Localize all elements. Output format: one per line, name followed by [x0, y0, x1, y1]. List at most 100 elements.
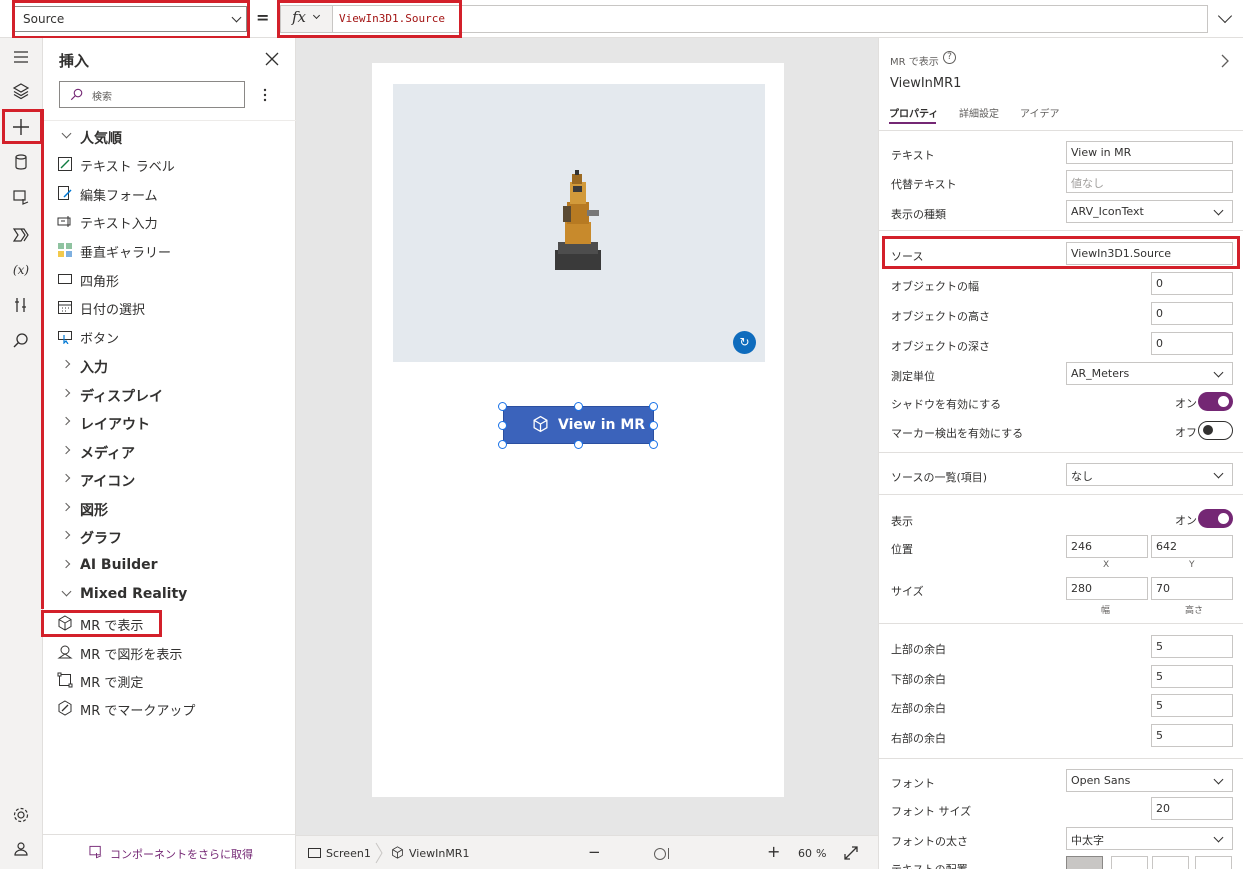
fit-to-window-icon[interactable] — [844, 846, 858, 860]
y-input[interactable]: 642 — [1151, 535, 1233, 558]
category-input[interactable]: 入力 — [43, 351, 296, 379]
formula-input[interactable]: fx ViewIn3D1.Source — [280, 5, 1208, 33]
formula-text[interactable]: ViewIn3D1.Source — [339, 12, 445, 25]
category-media[interactable]: メディア — [43, 437, 296, 465]
power-automate-icon[interactable] — [11, 225, 31, 245]
chevron-down-icon — [61, 128, 72, 139]
resize-handle[interactable] — [649, 421, 658, 430]
category-icons[interactable]: アイコン — [43, 465, 296, 493]
layers-icon[interactable] — [11, 81, 31, 101]
category-layout[interactable]: レイアウト — [43, 408, 296, 436]
object-width-input[interactable]: 0 — [1151, 272, 1233, 295]
height-input[interactable]: 70 — [1151, 577, 1233, 600]
align-center-button[interactable] — [1111, 856, 1148, 869]
zoom-out-button[interactable]: − — [588, 843, 601, 861]
align-right-button[interactable] — [1152, 856, 1189, 869]
search-placeholder: 検索 — [92, 92, 112, 103]
resize-handle[interactable] — [574, 402, 583, 411]
resize-handle[interactable] — [574, 440, 583, 449]
item-label: MR で測定 — [80, 676, 144, 691]
close-icon[interactable] — [265, 52, 279, 66]
database-icon[interactable] — [11, 152, 31, 172]
insert-item-measure-in-mr[interactable]: MR で測定 — [43, 666, 296, 694]
category-shapes[interactable]: 図形 — [43, 494, 296, 522]
category-popular[interactable]: 人気順 — [43, 122, 296, 150]
get-more-components-link[interactable]: コンポーネントをさらに取得 — [43, 834, 296, 869]
prop-font-weight: フォントの太さ 中太字 — [879, 824, 1243, 854]
insert-item-markup-in-mr[interactable]: MR でマークアップ — [43, 694, 296, 722]
category-ai-builder[interactable]: AI Builder — [43, 551, 296, 579]
visible-toggle[interactable] — [1198, 509, 1233, 528]
view-in-3d-control[interactable]: ↻ — [393, 84, 765, 362]
padding-top-input[interactable]: 5 — [1151, 635, 1233, 658]
zoom-slider-track[interactable] — [668, 848, 669, 859]
category-mixed-reality[interactable]: Mixed Reality — [43, 580, 296, 608]
date-picker-icon — [58, 301, 72, 314]
tools-icon[interactable] — [11, 295, 31, 315]
align-left-button[interactable] — [1066, 856, 1103, 869]
source-list-dropdown[interactable]: なし — [1066, 463, 1233, 486]
insert-item-text-input[interactable]: テキスト入力 — [43, 207, 296, 235]
source-input[interactable]: ViewIn3D1.Source — [1066, 242, 1233, 265]
tab-ideas[interactable]: アイデア — [1020, 105, 1060, 120]
resize-handle[interactable] — [498, 421, 507, 430]
padding-left-input[interactable]: 5 — [1151, 694, 1233, 717]
category-charts[interactable]: グラフ — [43, 522, 296, 550]
help-icon[interactable]: ? — [943, 51, 956, 64]
padding-bottom-input[interactable]: 5 — [1151, 665, 1233, 688]
resize-handle[interactable] — [498, 402, 507, 411]
insert-item-edit-form[interactable]: 編集フォーム — [43, 179, 296, 207]
object-height-input[interactable]: 0 — [1151, 302, 1233, 325]
fx-button[interactable]: fx — [281, 6, 333, 32]
padding-right-input[interactable]: 5 — [1151, 724, 1233, 747]
view-in-mr-button[interactable]: View in MR — [503, 406, 654, 444]
insert-item-button[interactable]: ボタン — [43, 322, 296, 350]
marker-toggle[interactable] — [1198, 421, 1233, 440]
expand-formula-icon[interactable] — [1217, 8, 1233, 24]
insert-item-text-label[interactable]: テキスト ラベル — [43, 150, 296, 178]
resize-handle[interactable] — [649, 440, 658, 449]
x-input[interactable]: 246 — [1066, 535, 1148, 558]
object-depth-input[interactable]: 0 — [1151, 332, 1233, 355]
variables-icon[interactable]: (x) — [11, 260, 31, 280]
tab-properties[interactable]: プロパティ — [889, 105, 938, 120]
display-type-dropdown[interactable]: ARV_IconText — [1066, 200, 1233, 223]
align-justify-button[interactable] — [1195, 856, 1232, 869]
reset-view-button[interactable]: ↻ — [733, 331, 756, 354]
font-weight-dropdown[interactable]: 中太字 — [1066, 827, 1233, 850]
hamburger-icon[interactable] — [11, 47, 31, 67]
insert-item-view-in-mr[interactable]: MR で表示 — [43, 609, 296, 637]
breadcrumb-screen[interactable]: Screen1 — [326, 847, 371, 860]
app-screen[interactable]: ↻ View in MR — [372, 63, 784, 797]
font-size-input[interactable]: 20 — [1151, 797, 1233, 820]
shadow-toggle[interactable] — [1198, 392, 1233, 411]
insert-item-view-shape-in-mr[interactable]: MR で図形を表示 — [43, 638, 296, 666]
units-dropdown[interactable]: AR_Meters — [1066, 362, 1233, 385]
width-input[interactable]: 280 — [1066, 577, 1148, 600]
resize-handle[interactable] — [649, 402, 658, 411]
property-dropdown[interactable]: Source — [14, 6, 247, 32]
zoom-slider-thumb[interactable] — [654, 848, 666, 860]
account-icon[interactable] — [11, 839, 31, 859]
insert-item-vertical-gallery[interactable]: 垂直ギャラリー — [43, 236, 296, 264]
chevron-right-icon[interactable] — [1220, 54, 1230, 68]
prop-text: テキスト View in MR — [879, 138, 1243, 168]
insert-item-date-picker[interactable]: 日付の選択 — [43, 293, 296, 321]
resize-handle[interactable] — [498, 440, 507, 449]
alt-text-input[interactable]: 値なし — [1066, 170, 1233, 193]
text-input[interactable]: View in MR — [1066, 141, 1233, 164]
settings-icon[interactable] — [11, 805, 31, 825]
prop-label: 右部の余白 — [891, 732, 946, 745]
category-display[interactable]: ディスプレイ — [43, 380, 296, 408]
media-icon[interactable] — [11, 187, 31, 207]
zoom-in-button[interactable]: + — [767, 842, 780, 861]
insert-search-input[interactable]: 検索 — [59, 81, 245, 108]
plus-icon[interactable] — [11, 117, 31, 137]
breadcrumb-control[interactable]: ViewInMR1 — [409, 847, 469, 860]
tab-advanced[interactable]: 詳細設定 — [959, 105, 999, 120]
search-icon[interactable] — [11, 331, 31, 351]
more-options-icon[interactable] — [259, 87, 271, 103]
font-dropdown[interactable]: Open Sans — [1066, 769, 1233, 792]
control-name[interactable]: ViewInMR1 — [890, 76, 961, 91]
insert-item-rectangle[interactable]: 四角形 — [43, 265, 296, 293]
